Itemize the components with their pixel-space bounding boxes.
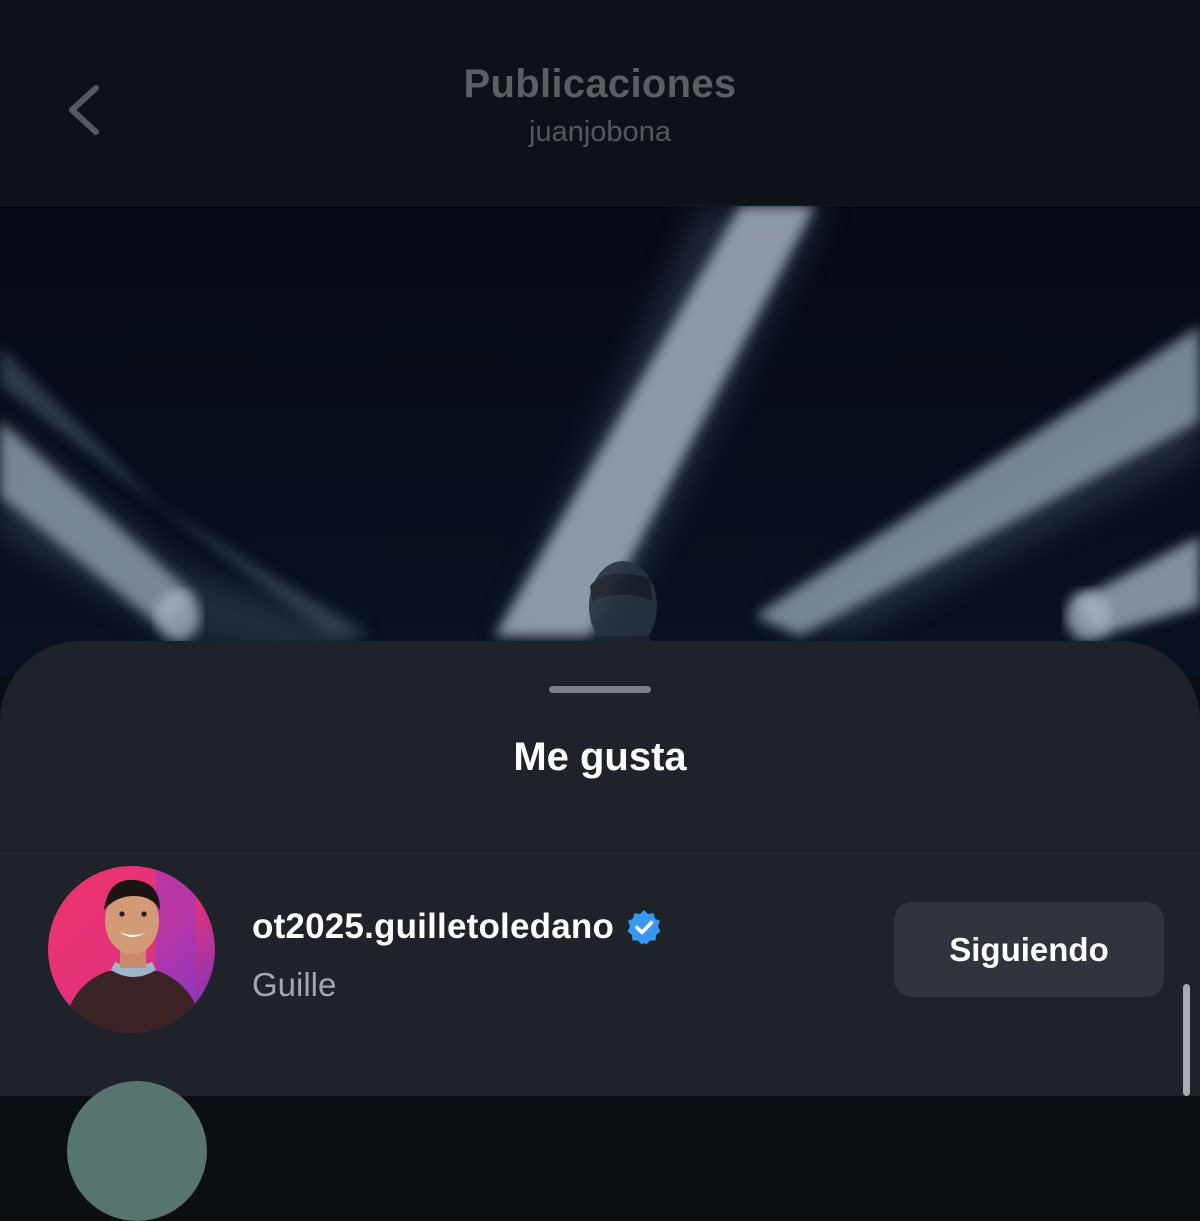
scrollbar[interactable]: [1183, 984, 1190, 1096]
avatar[interactable]: [48, 866, 215, 1033]
page-subtitle: juanjobona: [529, 116, 671, 148]
username-container[interactable]: ot2025.guilletoledano: [252, 904, 662, 950]
sheet-grabber[interactable]: [549, 686, 651, 693]
top-bar: Publicaciones juanjobona: [0, 0, 1200, 206]
following-button[interactable]: Siguiendo: [894, 902, 1164, 997]
username[interactable]: ot2025.guilletoledano: [252, 907, 614, 947]
full-name: Guille: [252, 966, 337, 1003]
likes-sheet: Me gusta ot2025.guilletoledano Guille Si…: [0, 641, 1200, 1221]
list-item[interactable]: ot2025.guilletoledano Guille Siguiendo: [0, 854, 1200, 1034]
verified-badge-icon: [626, 909, 662, 945]
post-photo: [0, 206, 1200, 676]
page-title: Publicaciones: [463, 62, 737, 106]
avatar[interactable]: [67, 1081, 207, 1221]
sheet-title: Me gusta: [513, 735, 687, 779]
